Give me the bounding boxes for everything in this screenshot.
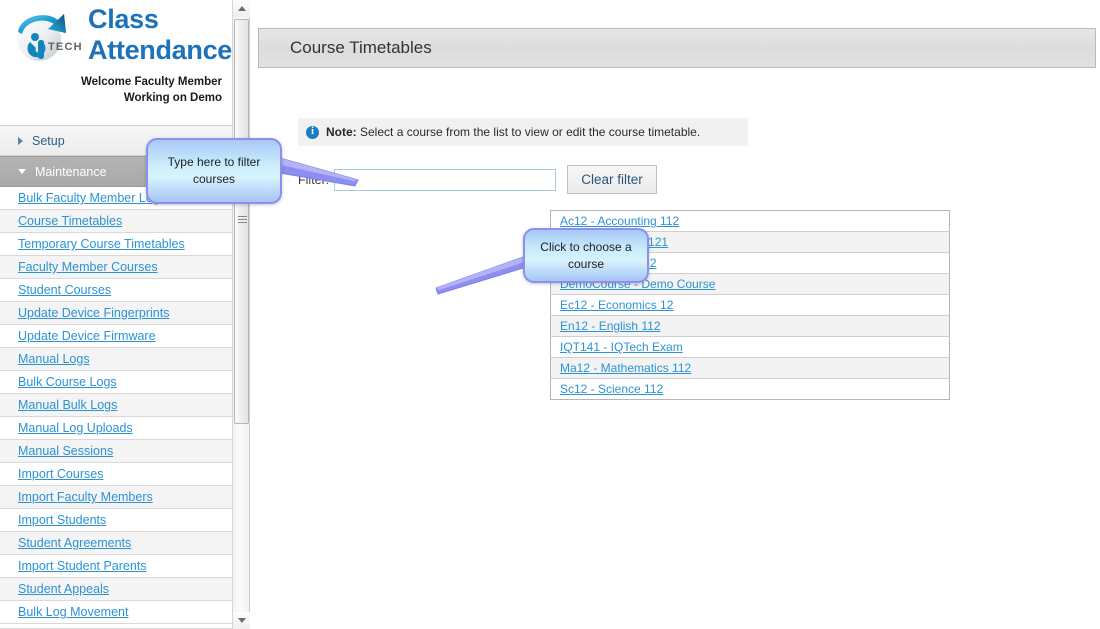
sidebar-item[interactable]: Faculty Member Courses xyxy=(0,256,232,279)
left-sidebar-pane: TECH Class Attendance Welcome Faculty Me… xyxy=(0,0,232,629)
welcome-user: Welcome Faculty Member xyxy=(80,76,222,88)
scroll-up-arrow-icon[interactable] xyxy=(233,0,250,17)
sidebar-item[interactable]: Import Student Parents xyxy=(0,555,232,578)
sidebar-item[interactable]: Update Device Fingerprints xyxy=(0,302,232,325)
callout-filter-text: Type here to filter courses xyxy=(167,155,261,186)
course-link[interactable]: IQT141 - IQTech Exam xyxy=(560,340,683,354)
sidebar-item-link[interactable]: Manual Logs xyxy=(18,352,90,366)
sidebar-item[interactable]: Student Appeals xyxy=(0,578,232,601)
sidebar-section-setup-label: Setup xyxy=(32,133,65,148)
sidebar-item-link[interactable]: Import Faculty Members xyxy=(18,490,153,504)
sidebar-item-link[interactable]: Import Courses xyxy=(18,467,103,481)
sidebar-item-link[interactable]: Course Timetables xyxy=(18,214,122,228)
course-link[interactable]: Ec12 - Economics 12 xyxy=(560,298,673,312)
sidebar-item[interactable]: Bulk Course Logs xyxy=(0,371,232,394)
sidebar-item[interactable]: Manual Bulk Logs xyxy=(0,394,232,417)
sidebar-item-link[interactable]: Import Student Parents xyxy=(18,559,147,573)
info-icon: i xyxy=(306,125,319,139)
sidebar-item-link[interactable]: Update Device Firmware xyxy=(18,329,156,343)
clear-filter-button[interactable]: Clear filter xyxy=(567,165,657,194)
table-row[interactable]: Ma12 - Mathematics 112 xyxy=(550,357,950,379)
sidebar-item[interactable]: Manual Log Uploads xyxy=(0,417,232,440)
sidebar-item[interactable]: Course Timetables xyxy=(0,210,232,233)
main-content-area: Course Timetables i Note: Select a cours… xyxy=(252,0,1100,629)
sidebar-item-link[interactable]: Update Device Fingerprints xyxy=(18,306,169,320)
filter-input[interactable] xyxy=(334,168,557,191)
welcome-block: Welcome Faculty Member Working on Demo xyxy=(7,74,222,106)
app-title: Class Attendance xyxy=(88,4,232,66)
note-banner: i Note: Select a course from the list to… xyxy=(298,118,748,146)
course-cell[interactable]: IQT141 - IQTech Exam xyxy=(550,336,950,358)
sidebar-item[interactable]: Manual Sessions xyxy=(0,440,232,463)
sidebar-item[interactable]: Import Faculty Members xyxy=(0,486,232,509)
working-on: Working on Demo xyxy=(123,92,222,104)
table-row[interactable]: Sc12 - Science 112 xyxy=(550,378,950,400)
table-row[interactable]: En12 - English 112 xyxy=(550,315,950,337)
brand-header: TECH Class Attendance Welcome Faculty Me… xyxy=(0,0,232,125)
sidebar-item[interactable]: Update Device Firmware xyxy=(0,325,232,348)
scroll-down-arrow-icon[interactable] xyxy=(233,612,250,629)
sidebar-item-link[interactable]: Bulk Faculty Member Logs xyxy=(18,191,166,205)
sidebar-item[interactable]: Manual Logs xyxy=(0,348,232,371)
note-body: Select a course from the list to view or… xyxy=(356,125,701,139)
chevron-right-icon xyxy=(18,136,23,145)
svg-text:TECH: TECH xyxy=(48,41,83,53)
sidebar-item-link[interactable]: Temporary Course Timetables xyxy=(18,237,185,251)
sidebar-item-link[interactable]: Student Appeals xyxy=(18,582,109,596)
sidebar-item-link[interactable]: Manual Bulk Logs xyxy=(18,398,117,412)
scrollbar-grip-icon xyxy=(238,216,247,225)
app-title-line1: Class xyxy=(88,4,159,34)
note-text: Note: Select a course from the list to v… xyxy=(326,125,700,139)
vertical-scrollbar[interactable] xyxy=(232,0,250,629)
table-row[interactable]: Ec12 - Economics 12 xyxy=(550,294,950,316)
course-cell[interactable]: Sc12 - Science 112 xyxy=(550,378,950,400)
sidebar-item-link[interactable]: Student Agreements xyxy=(18,536,131,550)
course-cell[interactable]: Ec12 - Economics 12 xyxy=(550,294,950,316)
sidebar-item-link[interactable]: Manual Sessions xyxy=(18,444,113,458)
sidebar-item-link[interactable]: Bulk Log Movement xyxy=(18,605,128,619)
callout-course-text: Click to choose a course xyxy=(540,239,632,271)
callout-filter-hint: Type here to filter courses xyxy=(146,138,282,204)
app-title-line2: Attendance xyxy=(88,35,232,65)
course-link[interactable]: Ac12 - Accounting 112 xyxy=(560,214,679,228)
course-link[interactable]: Sc12 - Science 112 xyxy=(560,382,663,396)
page-title: Course Timetables xyxy=(290,38,432,57)
sidebar-item[interactable]: Import Students xyxy=(0,509,232,532)
sidebar-item-link[interactable]: Import Students xyxy=(18,513,106,527)
sidebar-item[interactable]: Student Courses xyxy=(0,279,232,302)
sidebar-menu-list: Bulk Faculty Member Logs Course Timetabl… xyxy=(0,187,232,624)
chevron-down-icon xyxy=(18,169,26,174)
sidebar-item[interactable]: Temporary Course Timetables xyxy=(0,233,232,256)
course-cell[interactable]: En12 - English 112 xyxy=(550,315,950,337)
course-link[interactable]: Ma12 - Mathematics 112 xyxy=(560,361,691,375)
scrollbar-thumb[interactable] xyxy=(234,19,249,424)
course-cell[interactable]: Ma12 - Mathematics 112 xyxy=(550,357,950,379)
course-link[interactable]: En12 - English 112 xyxy=(560,319,661,333)
iqtech-globe-logo-icon: TECH xyxy=(8,6,86,70)
sidebar-item[interactable]: Import Courses xyxy=(0,463,232,486)
sidebar-item[interactable]: Student Agreements xyxy=(0,532,232,555)
page-title-bar: Course Timetables xyxy=(258,28,1096,68)
sidebar-section-maintenance-label: Maintenance xyxy=(35,164,107,179)
note-prefix: Note: xyxy=(326,125,357,139)
sidebar-item[interactable]: Bulk Log Movement xyxy=(0,601,232,624)
sidebar-item-link[interactable]: Faculty Member Courses xyxy=(18,260,158,274)
callout-course-hint: Click to choose a course xyxy=(523,228,649,283)
sidebar-item-link[interactable]: Bulk Course Logs xyxy=(18,375,117,389)
sidebar-item-link[interactable]: Manual Log Uploads xyxy=(18,421,133,435)
sidebar-item-link[interactable]: Student Courses xyxy=(18,283,111,297)
table-row[interactable]: IQT141 - IQTech Exam xyxy=(550,336,950,358)
application-window: TECH Class Attendance Welcome Faculty Me… xyxy=(0,0,1100,629)
